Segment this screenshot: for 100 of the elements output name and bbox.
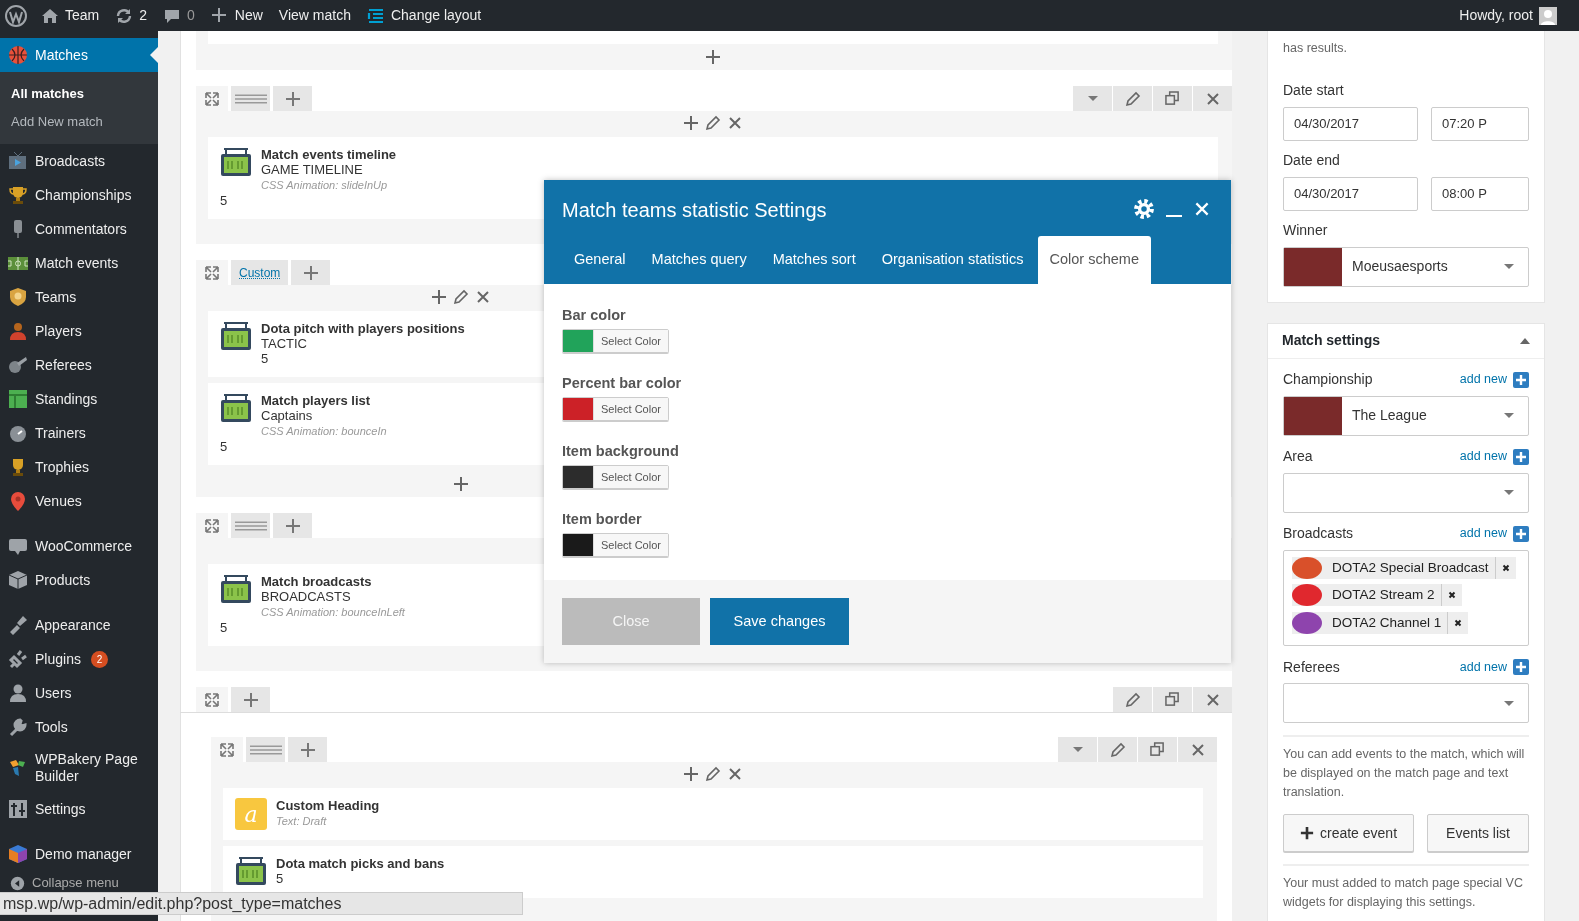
expand-button[interactable]	[196, 86, 228, 111]
pencil-icon[interactable]	[452, 289, 469, 305]
select-color-button[interactable]: Select Color	[593, 466, 668, 488]
expand-button[interactable]	[196, 687, 228, 712]
dropdown-button[interactable]	[1073, 86, 1112, 111]
collapse-arrow-icon[interactable]	[1520, 337, 1530, 344]
add-new-link[interactable]: add new	[1459, 524, 1529, 544]
date-field[interactable]: 04/30/2017	[1283, 106, 1418, 141]
edit-button[interactable]	[1098, 737, 1137, 762]
element-card[interactable]: Dota match picks and bans 5	[223, 846, 1203, 898]
color-picker[interactable]: Select Color	[562, 533, 669, 557]
updates-link[interactable]: 2	[115, 5, 148, 26]
layout-link[interactable]: Change layout	[366, 5, 482, 26]
clone-button[interactable]	[1138, 737, 1177, 762]
sidebar-item[interactable]: Standings	[0, 382, 158, 416]
add-column-button[interactable]	[288, 737, 327, 762]
sidebar-item[interactable]: WPBakery Page Builder	[0, 744, 158, 792]
add-column-button[interactable]	[291, 260, 331, 285]
pencil-icon[interactable]	[705, 115, 721, 131]
add-new-link[interactable]: add new	[1459, 370, 1529, 390]
select-color-button[interactable]: Select Color	[593, 534, 668, 556]
time-field[interactable]: 07:20 P	[1431, 106, 1529, 141]
sidebar-item[interactable]: Appearance	[0, 608, 158, 642]
select-field[interactable]	[1283, 683, 1529, 724]
sidebar-item[interactable]: Commentators	[0, 212, 158, 246]
close-icon[interactable]	[727, 115, 743, 131]
select-field[interactable]: Moeusaesports	[1283, 246, 1529, 287]
color-picker[interactable]: Select Color	[562, 465, 669, 489]
column-link[interactable]: Custom	[231, 260, 289, 285]
clone-button[interactable]	[1153, 86, 1192, 111]
dialog-tab[interactable]: Organisation statistics	[869, 236, 1036, 284]
plus-icon[interactable]	[683, 115, 699, 131]
edit-button[interactable]	[1113, 687, 1152, 712]
expand-button[interactable]	[211, 737, 243, 762]
plus-icon[interactable]	[705, 49, 721, 65]
drag-handle[interactable]	[231, 86, 270, 111]
sidebar-item[interactable]: Championships	[0, 178, 158, 212]
dialog-tab[interactable]: Matches sort	[760, 236, 868, 284]
close-icon[interactable]	[474, 289, 491, 305]
site-link[interactable]: Team	[41, 5, 100, 26]
drag-handle[interactable]	[246, 737, 285, 762]
add-new-link[interactable]: add new	[1459, 657, 1529, 677]
select-field[interactable]: The League	[1283, 395, 1529, 436]
sidebar-item[interactable]: Venues	[0, 484, 158, 518]
delete-button[interactable]	[1178, 737, 1217, 762]
color-picker[interactable]: Select Color	[562, 397, 669, 421]
select-color-button[interactable]: Select Color	[593, 330, 668, 352]
plus-icon[interactable]	[430, 289, 447, 305]
sidebar-item[interactable]: WooCommerce	[0, 529, 158, 563]
comments-link[interactable]: 0	[163, 5, 195, 26]
expand-button[interactable]	[196, 513, 228, 538]
expand-button[interactable]	[196, 260, 228, 285]
sidebar-item[interactable]: Settings	[0, 792, 158, 826]
create-event-button[interactable]: create event	[1283, 814, 1414, 853]
account-link[interactable]: Howdy, root	[1459, 5, 1557, 26]
time-field[interactable]: 08:00 P	[1431, 176, 1529, 211]
sidebar-item[interactable]: Users	[0, 676, 158, 710]
save-button[interactable]: Save changes	[710, 598, 849, 645]
color-picker[interactable]: Select Color	[562, 329, 669, 353]
add-column-button[interactable]	[273, 513, 312, 538]
sidebar-item[interactable]: Players	[0, 314, 158, 348]
delete-button[interactable]	[1193, 86, 1232, 111]
gear-icon[interactable]	[1133, 198, 1155, 220]
new-link[interactable]: New	[210, 5, 263, 26]
element-card[interactable]: a Custom Heading Text: Draft	[223, 788, 1203, 840]
add-column-button[interactable]	[273, 86, 312, 111]
clone-button[interactable]	[1153, 687, 1192, 712]
sidebar-item[interactable]: Matches	[0, 38, 158, 72]
sidebar-item[interactable]: Demo manager	[0, 837, 158, 871]
sidebar-item[interactable]: Referees	[0, 348, 158, 382]
edit-button[interactable]	[1113, 86, 1152, 111]
sidebar-item[interactable]: Teams	[0, 280, 158, 314]
dialog-tab[interactable]: General	[562, 236, 638, 284]
plus-icon[interactable]	[683, 766, 699, 782]
submenu-item[interactable]: Add New match	[0, 108, 158, 136]
add-new-link[interactable]: add new	[1459, 447, 1529, 467]
sidebar-item[interactable]: Match events	[0, 246, 158, 280]
plus-icon[interactable]	[452, 476, 469, 492]
tags-field[interactable]: DOTA2 Special Broadcast DOTA2 Stream 2 DOTA2 Channel 1	[1283, 549, 1529, 647]
dropdown-button[interactable]	[1058, 737, 1097, 762]
collapse-menu-link[interactable]: Collapse menu	[0, 875, 158, 891]
sidebar-item[interactable]: Trophies	[0, 450, 158, 484]
logo-icon[interactable]	[5, 4, 27, 27]
drag-handle[interactable]	[231, 513, 270, 538]
date-field[interactable]: 04/30/2017	[1283, 176, 1418, 211]
close-icon[interactable]	[727, 766, 743, 782]
close-icon[interactable]	[1193, 200, 1211, 218]
select-color-button[interactable]: Select Color	[593, 398, 668, 420]
dialog-tab[interactable]: Color scheme	[1037, 236, 1151, 284]
pencil-icon[interactable]	[705, 766, 721, 782]
submenu-item[interactable]: All matches	[0, 80, 158, 108]
sidebar-item[interactable]: Products	[0, 563, 158, 597]
dialog-tab[interactable]: Matches query	[639, 236, 759, 284]
sidebar-item[interactable]: Tools	[0, 710, 158, 744]
add-column-button[interactable]	[231, 687, 270, 712]
sidebar-item[interactable]: Plugins 2	[0, 642, 158, 676]
sidebar-item[interactable]: Trainers	[0, 416, 158, 450]
sidebar-item[interactable]: Broadcasts	[0, 144, 158, 178]
delete-button[interactable]	[1193, 687, 1232, 712]
events-list-button[interactable]: Events list	[1427, 814, 1529, 853]
